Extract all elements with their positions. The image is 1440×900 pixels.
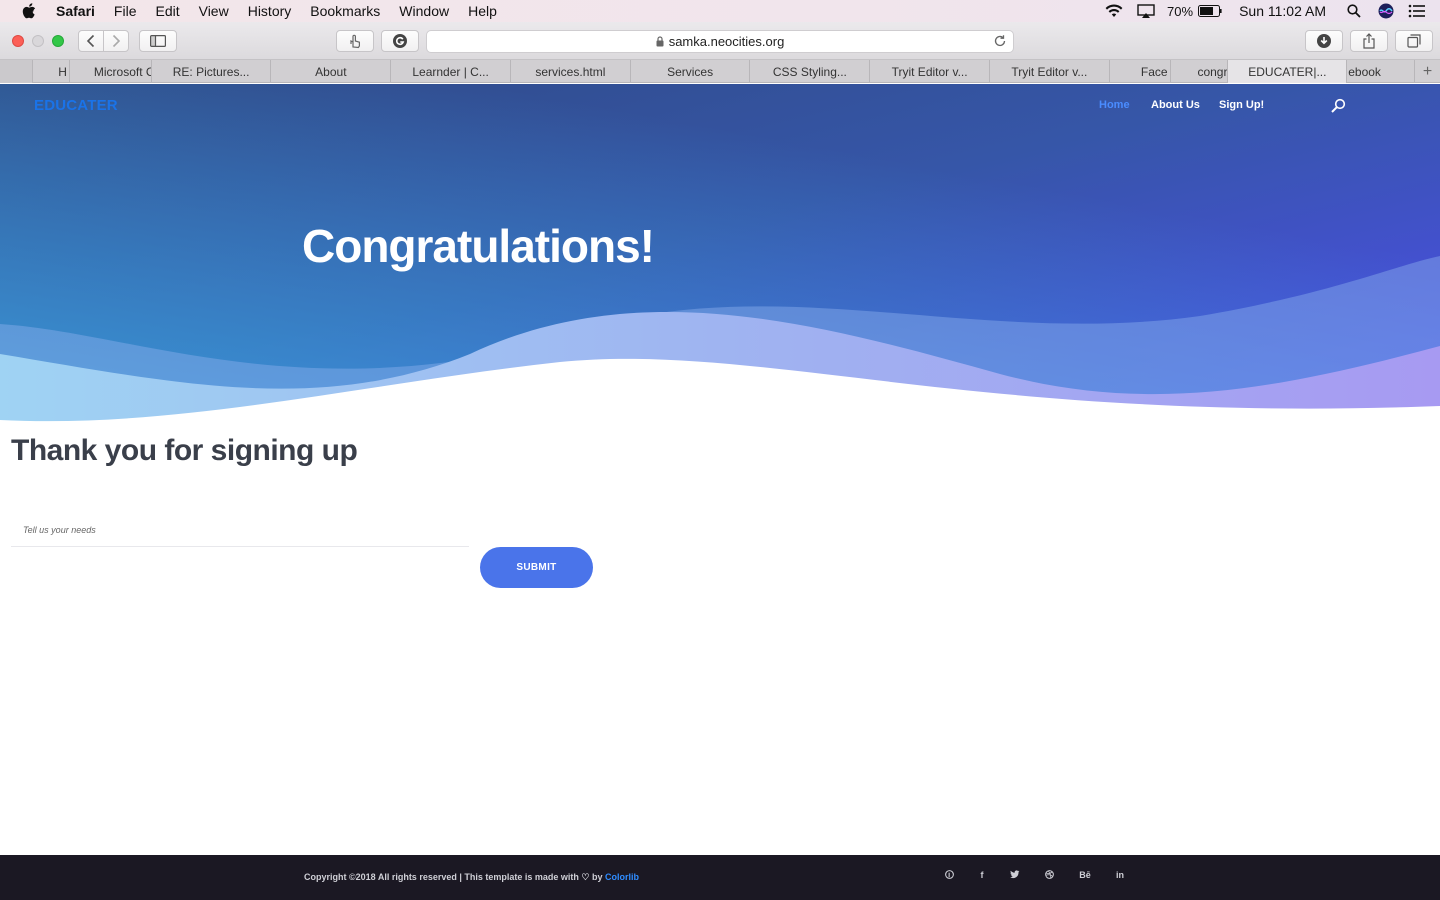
spotlight-search-icon[interactable] (1344, 0, 1364, 22)
web-page: EDUCATER Home About Us Sign Up! Congratu… (0, 84, 1440, 900)
menu-bar: Safari File Edit View History Bookmarks … (0, 0, 1440, 22)
menu-help[interactable]: Help (468, 0, 497, 22)
tab-item[interactable]: About (271, 60, 392, 83)
needs-input[interactable] (11, 514, 469, 547)
hero-section: EDUCATER Home About Us Sign Up! Congratu… (0, 84, 1440, 436)
colorlib-link[interactable]: Colorlib (605, 872, 639, 882)
tab-item[interactable]: CSS Styling... (750, 60, 871, 83)
tab-item[interactable]: congr (1171, 60, 1229, 83)
facebook-icon[interactable]: f (975, 870, 989, 880)
tab-item[interactable]: RE: Pictures... (152, 60, 272, 83)
tab-item[interactable]: H (33, 60, 70, 83)
window-zoom-button[interactable] (52, 35, 64, 47)
share-icon (1363, 33, 1375, 49)
new-tab-button[interactable]: + (1415, 60, 1440, 83)
nav-home-link[interactable]: Home (1099, 99, 1130, 111)
tab-item[interactable]: Services (631, 60, 751, 83)
tab-bar: H Microsoft C RE: Pictures... About Lear… (0, 60, 1440, 83)
menu-view[interactable]: View (199, 0, 229, 22)
downloads-button[interactable] (1305, 30, 1343, 52)
browser-toolbar: samka.neocities.org (0, 22, 1440, 60)
menubar-clock[interactable]: Sun 11:02 AM (1239, 3, 1326, 19)
window-close-button[interactable] (12, 35, 24, 47)
tab-item[interactable]: Face (1110, 60, 1171, 83)
tab-item[interactable]: services.html (511, 60, 631, 83)
hero-title: Congratulations! (302, 220, 655, 272)
nav-about-link[interactable]: About Us (1151, 99, 1200, 111)
sidebar-toggle-button[interactable] (139, 30, 177, 52)
copyright-text: Copyright ©2018 All rights reserved | Th… (304, 872, 639, 883)
dribbble-icon[interactable] (1042, 870, 1056, 881)
thank-you-heading: Thank you for signing up (11, 434, 358, 467)
hero-background (0, 84, 1440, 436)
apple-menu-icon[interactable] (18, 0, 40, 22)
linkedin-icon[interactable]: in (1113, 870, 1127, 880)
menu-history[interactable]: History (248, 0, 292, 22)
wifi-icon[interactable] (1103, 0, 1125, 22)
nav-signup-link[interactable]: Sign Up! (1219, 99, 1264, 111)
chevron-left-icon (86, 34, 95, 48)
battery-percent: 70% (1167, 3, 1194, 19)
notification-center-icon[interactable] (1406, 0, 1428, 22)
submit-button[interactable]: SUBMIT (480, 547, 593, 588)
menu-edit[interactable]: Edit (155, 0, 179, 22)
tab-pinned[interactable] (0, 60, 33, 83)
twitter-icon[interactable] (1008, 870, 1022, 881)
address-bar[interactable]: samka.neocities.org (426, 30, 1014, 53)
chevron-right-icon (112, 34, 121, 48)
site-logo[interactable]: EDUCATER (34, 97, 118, 114)
reload-icon[interactable] (993, 34, 1007, 51)
site-footer: Copyright ©2018 All rights reserved | Th… (0, 855, 1440, 900)
app-menu-safari[interactable]: Safari (56, 0, 95, 22)
lock-icon (656, 36, 664, 47)
menu-window[interactable]: Window (399, 0, 449, 22)
menu-bookmarks[interactable]: Bookmarks (310, 0, 380, 22)
hand-pointer-icon (350, 34, 360, 49)
menu-file[interactable]: File (114, 0, 137, 22)
airplay-icon[interactable] (1135, 0, 1157, 22)
tab-active[interactable]: EDUCATER|... (1228, 60, 1348, 83)
extension-button[interactable] (336, 30, 374, 52)
tab-item[interactable]: Tryit Editor v... (990, 60, 1110, 83)
tab-item[interactable]: Learnder | C... (391, 60, 511, 83)
siri-icon[interactable] (1376, 0, 1396, 22)
tab-item[interactable]: Microsoft C (70, 60, 152, 83)
grammarly-button[interactable] (381, 30, 419, 52)
copyright-label: Copyright ©2018 All rights reserved | Th… (304, 872, 603, 882)
tabs-icon (1407, 34, 1421, 48)
forward-button[interactable] (103, 30, 129, 52)
url-text: samka.neocities.org (668, 34, 785, 49)
back-button[interactable] (78, 30, 104, 52)
grammarly-icon (393, 34, 407, 48)
pinterest-icon[interactable] (942, 870, 956, 881)
window-minimize-button[interactable] (32, 35, 44, 47)
tab-overview-button[interactable] (1395, 30, 1433, 52)
tab-item[interactable]: Tryit Editor v... (870, 60, 990, 83)
tab-item[interactable]: ebook (1347, 60, 1416, 83)
behance-icon[interactable]: Bē (1078, 870, 1092, 880)
sidebar-icon (150, 35, 166, 47)
download-icon (1317, 34, 1331, 48)
share-button[interactable] (1350, 30, 1388, 52)
battery-icon[interactable] (1197, 0, 1223, 22)
